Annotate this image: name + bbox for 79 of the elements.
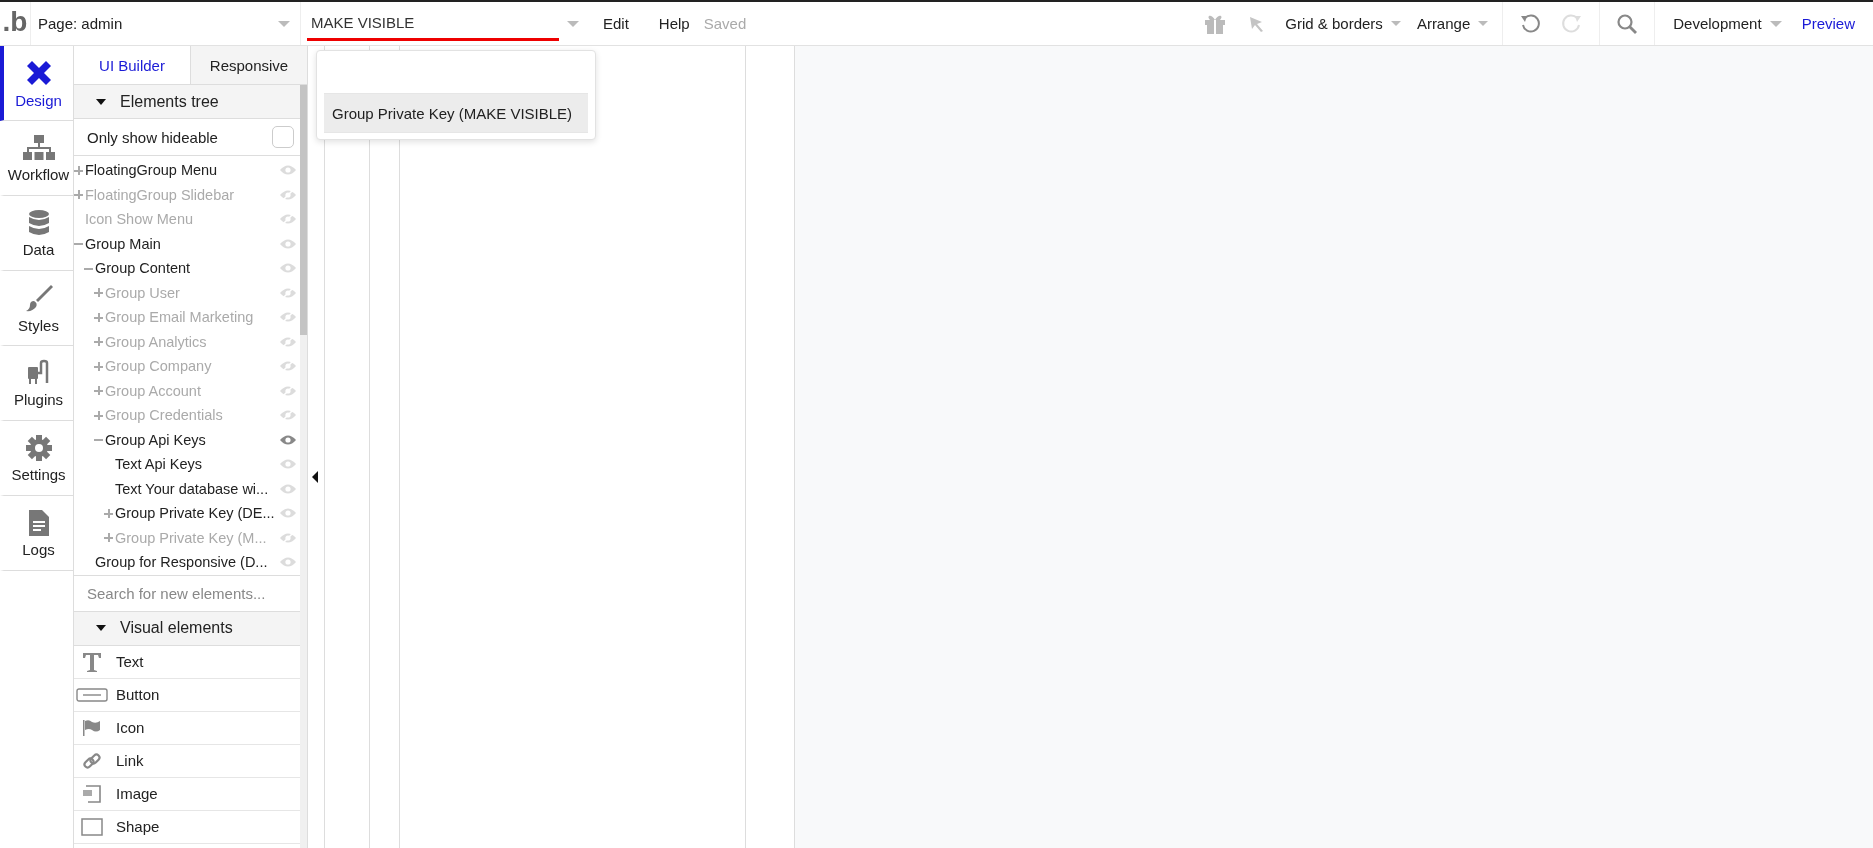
sidebar-tab[interactable]: Workflow [0, 121, 73, 196]
scrollbar[interactable] [300, 85, 307, 848]
tree-item[interactable]: FloatingGroup Menu [85, 162, 218, 179]
element-item[interactable]: Text [74, 645, 300, 679]
checkbox[interactable] [272, 126, 294, 148]
tree-item[interactable]: Text Api Keys [115, 456, 203, 473]
sidebar-tab[interactable]: Data [0, 196, 73, 271]
plus-icon[interactable] [94, 337, 103, 347]
serif-t-icon [81, 650, 103, 673]
element-search-field[interactable]: MAKE VISIBLE [307, 6, 559, 41]
caret-icon [567, 20, 579, 27]
image-icon [82, 783, 102, 804]
grid-borders-menu[interactable]: Grid & borders [1285, 15, 1401, 32]
eye-slash-icon[interactable] [280, 360, 296, 373]
button-icon [76, 687, 108, 702]
search-result[interactable]: Group Private Key (MAKE VISIBLE) [324, 93, 588, 133]
undo-icon[interactable] [1519, 12, 1542, 35]
page-select[interactable]: Page: admin [31, 2, 301, 45]
plus-icon[interactable] [104, 508, 113, 518]
plus-icon[interactable] [74, 190, 83, 200]
tree-item[interactable]: Group Api Keys [105, 431, 206, 448]
plus-icon[interactable] [94, 410, 103, 420]
eye-slash-icon[interactable] [280, 286, 296, 299]
redo-icon[interactable] [1561, 12, 1584, 35]
tree-item[interactable]: Group Content [95, 260, 191, 277]
plus-icon[interactable] [74, 165, 83, 175]
sidebar-tab[interactable]: Styles [0, 271, 73, 346]
element-item[interactable]: Shape [74, 810, 300, 844]
plus-icon[interactable] [94, 288, 103, 298]
eye-icon[interactable] [280, 433, 296, 446]
eye-slash-icon[interactable] [280, 188, 296, 201]
rectangle-icon [81, 817, 103, 836]
eye-slash-icon[interactable] [280, 384, 296, 397]
eye-slash-icon[interactable] [280, 531, 296, 544]
triangle-icon [96, 625, 106, 631]
hierarchy-icon [21, 133, 56, 162]
caret-icon [1478, 21, 1489, 26]
element-item[interactable]: Link [74, 744, 300, 778]
version-select[interactable]: Development [1673, 15, 1782, 32]
sidebar-tab[interactable]: Logs [0, 496, 73, 571]
collapse-icon[interactable] [312, 471, 318, 483]
caret-icon [278, 20, 290, 27]
arrange-menu[interactable]: Arrange [1416, 15, 1489, 32]
eye-slash-icon[interactable] [280, 335, 296, 348]
tree-item[interactable]: Text Your database wi... [115, 480, 269, 497]
search-field[interactable]: Search for new elements... [74, 574, 300, 612]
eye-slash-icon[interactable] [280, 311, 296, 324]
logo[interactable]: .b [0, 2, 31, 45]
document-icon [27, 508, 50, 537]
menu-item[interactable]: Help [658, 15, 690, 32]
flag-icon [82, 718, 102, 737]
panel-tab[interactable]: Responsive [190, 46, 307, 84]
sidebar-tab[interactable]: Settings [0, 421, 73, 496]
element-item[interactable]: Icon [74, 711, 300, 745]
plus-icon[interactable] [94, 386, 103, 396]
tree-item[interactable]: Group Private Key (DE... [115, 505, 275, 522]
checkbox-label: Only show hideable [87, 128, 218, 146]
section-header[interactable]: Elements tree [74, 85, 300, 119]
element-item[interactable]: Button [74, 678, 300, 712]
save-status: Saved [703, 15, 747, 32]
element-item[interactable]: Image [74, 777, 300, 811]
eye-slash-icon[interactable] [280, 213, 296, 226]
plus-icon[interactable] [94, 312, 103, 322]
caret-icon [1390, 21, 1401, 26]
eye-slash-icon[interactable] [280, 409, 296, 422]
gear-icon [24, 433, 53, 462]
section-header[interactable]: Visual elements [74, 611, 300, 646]
plus-icon[interactable] [104, 533, 113, 543]
plus-icon[interactable] [94, 361, 103, 371]
link-icon [82, 750, 102, 771]
search-icon[interactable] [1616, 12, 1639, 35]
sidebar-tab[interactable]: Plugins [0, 346, 73, 421]
database-icon [26, 208, 51, 237]
tree-item[interactable]: Group for Responsive (D... [95, 554, 268, 571]
triangle-icon [96, 98, 106, 105]
preview-link[interactable]: Preview [1801, 15, 1855, 32]
menu-item[interactable]: Edit [603, 15, 629, 32]
caret-icon [1769, 20, 1782, 27]
tree-item[interactable]: Group Main [85, 235, 161, 252]
